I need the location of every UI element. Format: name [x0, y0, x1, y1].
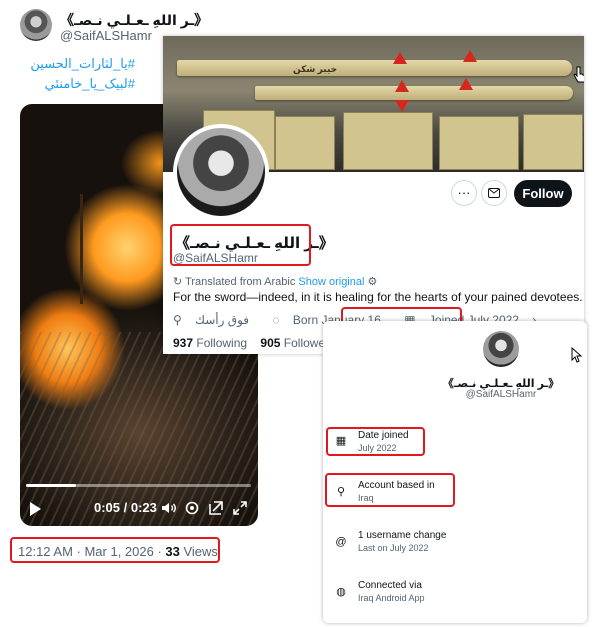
translation-notice: ↻ Translated from Arabic Show original ⚙ — [173, 275, 377, 288]
username-change-value: Last on July 2022 — [358, 543, 429, 553]
calendar-icon: ▦ — [335, 435, 347, 447]
profile-name: 《ـر اللهِ ـعـلـي نـصـ》 — [175, 235, 334, 252]
globe-icon: ◍ — [336, 586, 346, 598]
banner-fin — [459, 78, 473, 90]
location-item: ⚲ فوق رأسك — [173, 313, 259, 327]
profile-bio: For the sword—indeed, in it is healing f… — [173, 290, 583, 304]
picture-in-picture-icon[interactable] — [207, 499, 225, 517]
balloon-icon: ◌ — [272, 313, 283, 327]
banner-missile — [255, 86, 573, 100]
profile-handle: @SaifALSHamr — [173, 251, 258, 265]
following-link[interactable]: 937 Following — [173, 336, 247, 350]
banner-truck — [275, 116, 335, 170]
location-pin-icon: ⚲ — [173, 313, 186, 327]
banner-fin — [463, 50, 477, 62]
date-joined-label: Date joined — [358, 430, 409, 441]
follow-button[interactable]: Follow — [514, 180, 572, 207]
follow-stats-row: 937 Following 905 Followers — [173, 336, 335, 350]
more-icon[interactable]: ··· — [451, 180, 477, 206]
banner-truck — [343, 112, 433, 170]
banner-fin — [395, 100, 409, 112]
about-account-card: 《ـر اللهِ ـعـلـي نـصـ》 @SaifALSHamr ▦ Da… — [323, 321, 587, 623]
hashtag-link[interactable]: #یا_لثارات_الحسین — [30, 56, 135, 72]
tweet-author-avatar[interactable] — [20, 9, 52, 41]
settings-gear-icon[interactable] — [183, 499, 201, 517]
video-time: 0:05 / 0:23 — [94, 500, 157, 515]
banner-truck — [439, 116, 519, 170]
about-avatar[interactable] — [483, 331, 519, 367]
fullscreen-icon[interactable] — [231, 499, 249, 517]
tweet-timestamp[interactable]: 12:12 AM · Mar 1, 2026 · — [18, 544, 165, 559]
arrow-cursor-icon — [571, 346, 583, 363]
banner-fin — [395, 80, 409, 92]
banner-missile-text: خیبر شکن — [293, 64, 338, 74]
profile-avatar[interactable] — [173, 124, 269, 220]
date-joined-value: July 2022 — [358, 443, 397, 453]
hand-cursor-icon — [573, 66, 584, 84]
connected-via-label: Connected via — [358, 580, 422, 591]
banner-truck — [523, 114, 583, 170]
play-icon[interactable] — [30, 502, 41, 516]
username-change-label: 1 username change — [358, 530, 447, 541]
tweet-author-handle[interactable]: @SaifALSHamr — [60, 28, 152, 43]
banner-fin — [393, 52, 407, 64]
followers-count: 905 — [260, 336, 281, 350]
hashtag-link[interactable]: #لبیک_یا_خامنئي — [45, 76, 135, 92]
account-based-value: Iraq — [358, 493, 374, 503]
at-sign-icon: @ — [335, 536, 347, 548]
views-label: Views — [179, 544, 218, 559]
volume-icon[interactable] — [160, 499, 178, 517]
video-progress-fill — [26, 484, 76, 487]
account-based-label: Account based in — [358, 480, 435, 491]
connected-via-value: Iraq Android App — [358, 593, 425, 603]
settings-icon[interactable]: ⚙ — [368, 276, 378, 288]
show-original-link[interactable]: Show original — [298, 276, 364, 288]
profile-card: خیبر شکن ··· Follow 《ـر اللهِ ـعـلـي نـص… — [163, 36, 584, 354]
video-scene-pole — [80, 194, 83, 304]
tweet-author-name[interactable]: 《ـر اللهِ ـعـلـي نـصـ》 — [60, 10, 208, 30]
following-label: Following — [193, 336, 248, 350]
envelope-icon[interactable] — [481, 180, 507, 206]
translated-label: Translated from Arabic — [185, 276, 296, 288]
video-scene-ground — [20, 331, 258, 526]
location-pin-icon: ⚲ — [336, 486, 346, 498]
following-count: 937 — [173, 336, 194, 350]
views-count: 33 — [165, 544, 180, 559]
translate-icon: ↻ — [173, 276, 186, 288]
location-text: فوق رأسك — [195, 313, 250, 327]
about-handle: @SaifALSHamr — [465, 389, 537, 400]
banner-missile — [177, 60, 572, 76]
tweet-timestamp-views: 12:12 AM · Mar 1, 2026 · 33 Views — [18, 544, 218, 559]
